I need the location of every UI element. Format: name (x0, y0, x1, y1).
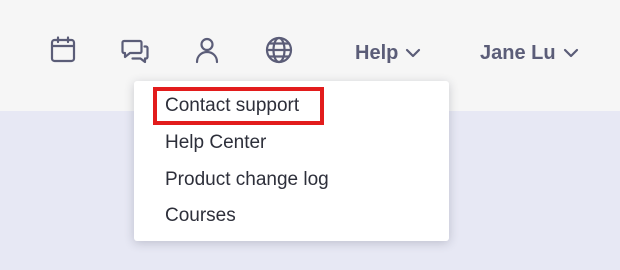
menu-item-product-change-log[interactable]: Product change log (165, 167, 329, 193)
chat-icon[interactable] (118, 32, 152, 68)
menu-item-courses[interactable]: Courses (165, 203, 236, 229)
menu-item-help-center[interactable]: Help Center (165, 130, 266, 156)
chevron-down-icon (406, 48, 421, 58)
user-menu-button[interactable]: Jane Lu (480, 39, 579, 67)
help-menu-label: Help (355, 41, 399, 64)
highlight-box (153, 87, 324, 125)
chevron-down-icon (563, 48, 578, 58)
globe-icon[interactable] (262, 32, 296, 68)
calendar-icon[interactable] (46, 32, 80, 68)
user-icon[interactable] (190, 32, 224, 68)
help-menu-button[interactable]: Help (355, 39, 421, 67)
user-name-label: Jane Lu (480, 41, 556, 64)
